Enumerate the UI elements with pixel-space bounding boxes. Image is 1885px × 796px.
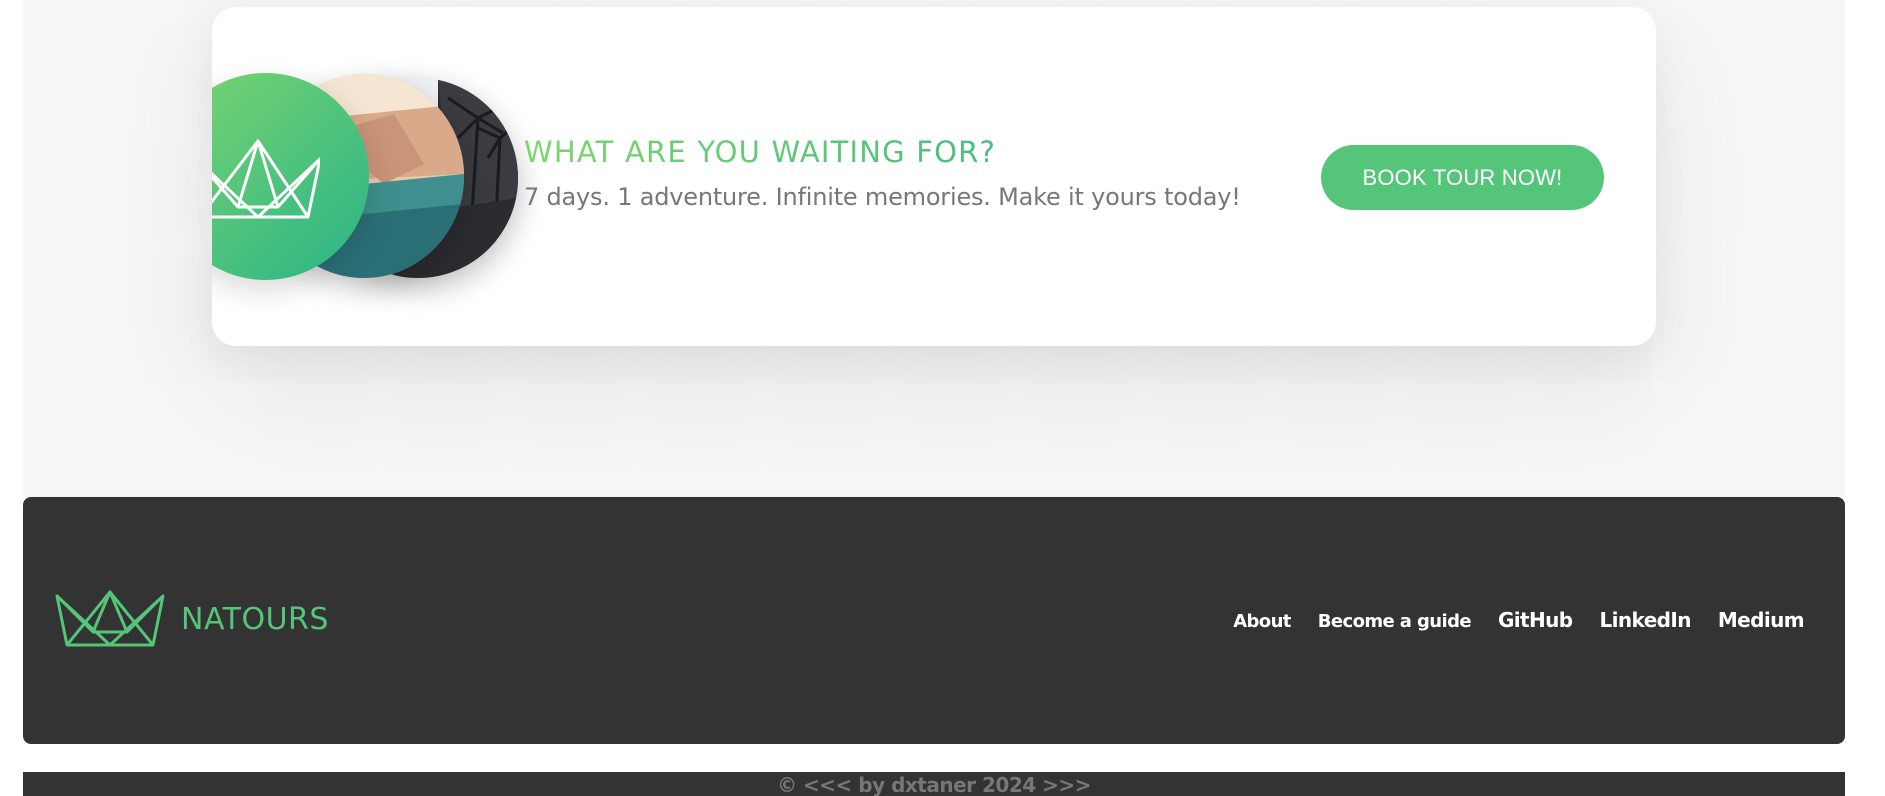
natours-crown-icon	[212, 139, 320, 219]
footer-logo[interactable]: NATOURS	[55, 590, 329, 648]
footer-link-become-guide[interactable]: Become a guide	[1318, 611, 1472, 632]
cta-text-block: WHAT ARE YOU WAITING FOR? 7 days. 1 adve…	[524, 135, 1241, 211]
cta-card: WHAT ARE YOU WAITING FOR? 7 days. 1 adve…	[212, 7, 1656, 346]
footer-link-about[interactable]: About	[1233, 611, 1291, 632]
footer-link-github[interactable]: GitHub	[1498, 608, 1573, 632]
cta-heading: WHAT ARE YOU WAITING FOR?	[524, 135, 1241, 169]
book-tour-button[interactable]: BOOK TOUR NOW!	[1321, 145, 1604, 210]
page: WHAT ARE YOU WAITING FOR? 7 days. 1 adve…	[0, 0, 1885, 796]
footer-nav: About Become a guide GitHub LinkedIn Med…	[1233, 608, 1804, 632]
footer-link-linkedin[interactable]: LinkedIn	[1600, 608, 1692, 632]
footer-brand-name: NATOURS	[181, 601, 329, 637]
natours-crown-icon	[55, 590, 165, 647]
footer-link-medium[interactable]: Medium	[1718, 608, 1805, 632]
footer: NATOURS About Become a guide GitHub Link…	[23, 497, 1845, 744]
copyright-bar: © <<< by dxtaner 2024 >>>	[23, 772, 1845, 796]
copyright-text: © <<< by dxtaner 2024 >>>	[777, 773, 1091, 796]
cta-subtext: 7 days. 1 adventure. Infinite memories. …	[524, 183, 1241, 211]
cta-section: WHAT ARE YOU WAITING FOR? 7 days. 1 adve…	[23, 0, 1845, 497]
